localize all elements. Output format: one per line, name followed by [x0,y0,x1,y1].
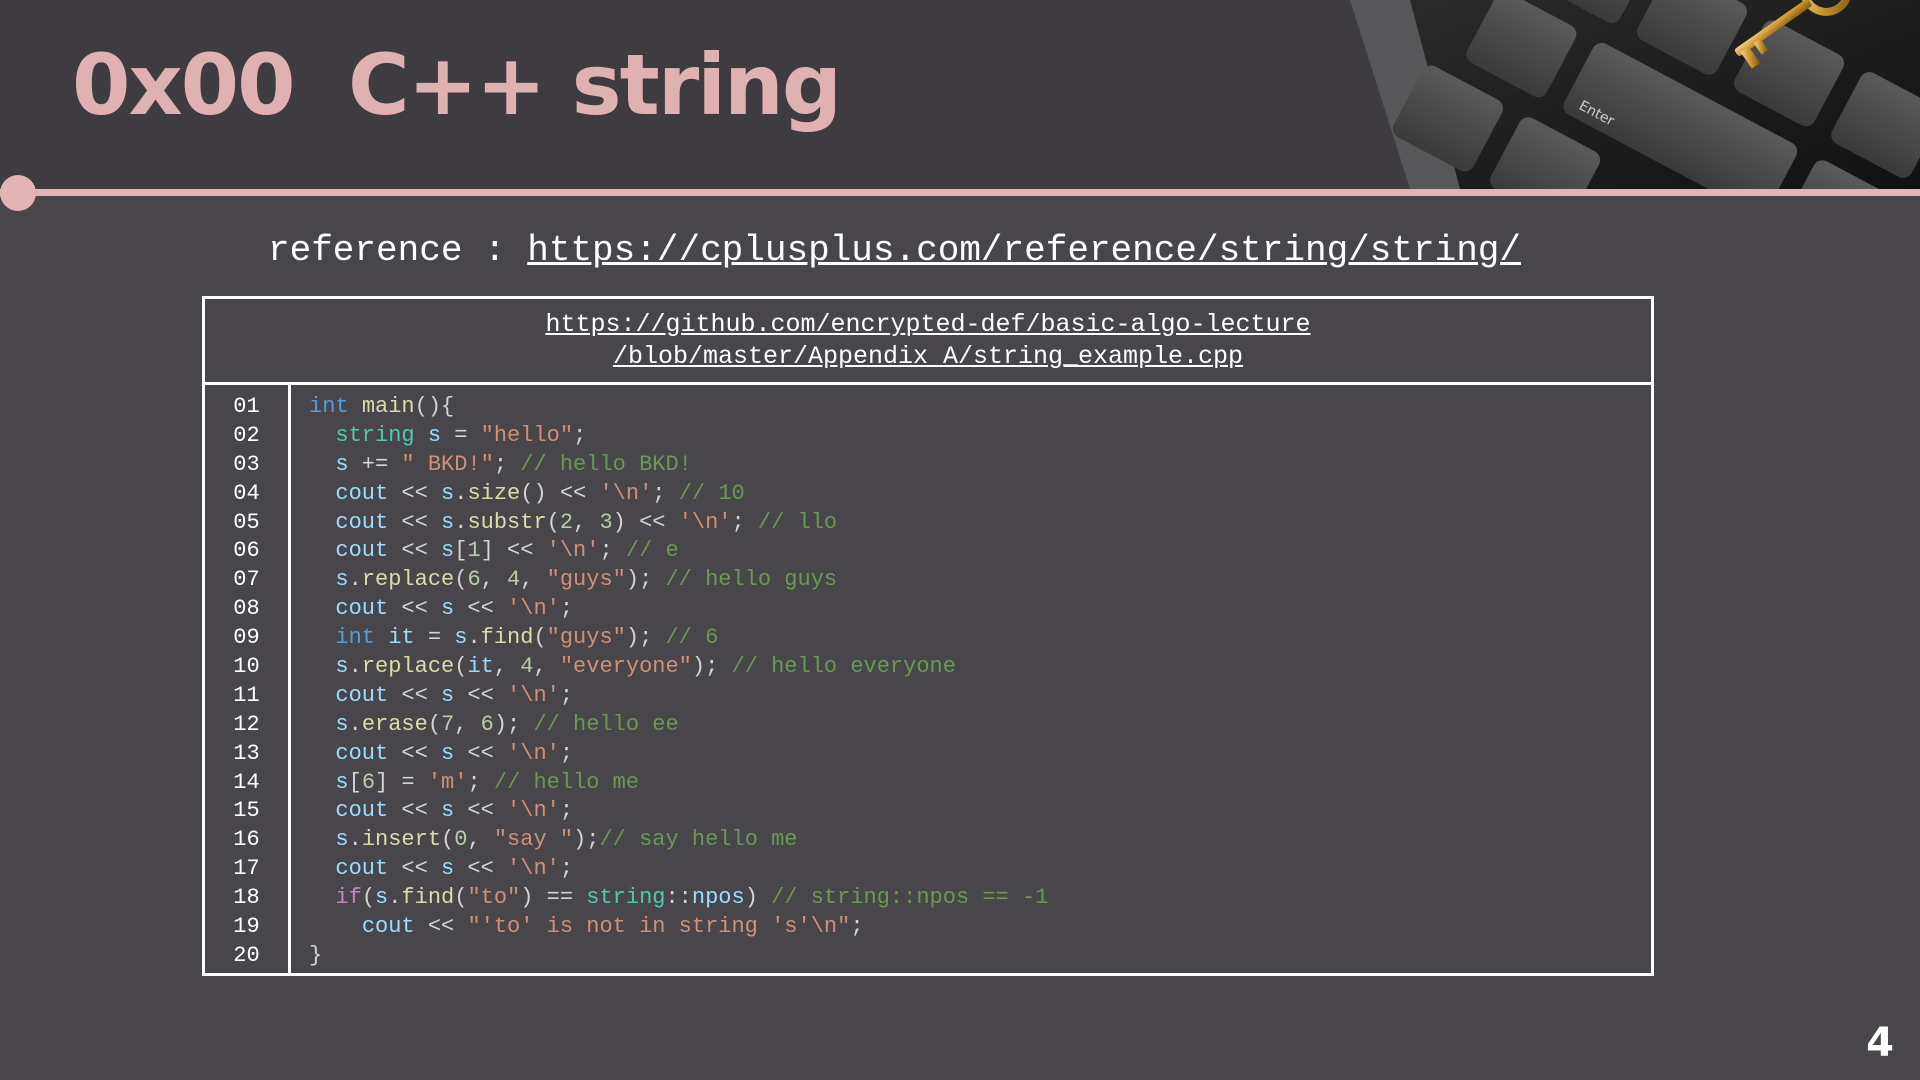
code-line: cout << s.size() << '\n'; // 10 [335,480,745,506]
line-number: 17 [233,856,260,882]
line-number: 15 [233,798,260,824]
line-number: 02 [233,422,260,448]
code-box: https://github.com/encrypted-def/basic-a… [202,296,1654,976]
code-line: cout << s << '\n'; [335,856,574,882]
code-line: s.replace(it, 4, "everyone"); // hello e… [335,654,956,680]
slide-header: 0x00 C++ string Enter [0,0,1920,189]
code-line: string s = "hello"; [335,422,587,448]
code-line: s += " BKD!"; // hello BKD! [335,451,692,477]
source-link-line1[interactable]: https://github.com/encrypted-def/basic-a… [545,309,1310,341]
source-file-link[interactable]: https://github.com/encrypted-def/basic-a… [205,299,1651,385]
line-number: 01 [233,394,260,419]
line-number: 07 [233,567,260,593]
code-line: if(s.find("to") == string::npos) // stri… [335,885,1049,911]
line-number: 10 [233,654,260,680]
code-line: cout << s << '\n'; [335,740,574,766]
line-number: 05 [233,509,260,535]
code-line: cout << s << '\n'; [335,596,574,622]
header-divider [0,189,1920,196]
source-link-line2[interactable]: /blob/master/Appendix A/string_example.c… [613,341,1243,373]
line-number: 16 [233,827,260,853]
code-line: cout << s << '\n'; [335,798,574,824]
page-number: 4 [1866,1020,1894,1066]
code-line: cout << "'to' is not in string 's'\n"; [361,914,864,940]
code-line: s.insert(0, "say ");// say hello me [335,827,798,853]
code-line: } [309,942,323,968]
divider-dot [0,175,36,211]
line-number: 12 [233,711,260,737]
line-number: 20 [233,942,260,968]
code-line: cout << s[1] << '\n'; // e [335,538,679,564]
code-line: int main(){ [309,394,455,419]
slide-title: 0x00 C++ string [72,36,842,134]
line-number: 13 [233,740,260,766]
keyboard-key-image: Enter [1350,0,1920,189]
line-number: 06 [233,538,260,564]
code-line: cout << s.substr(2, 3) << '\n'; // llo [335,509,838,535]
line-number: 19 [233,914,260,940]
line-number: 18 [233,885,260,911]
code-block: int main(){ string s = "hello"; s += " B… [309,393,1641,971]
reference-line: reference : https://cplusplus.com/refere… [268,230,1521,271]
reference-link[interactable]: https://cplusplus.com/reference/string/s… [527,230,1521,271]
code-line: s[6] = 'm'; // hello me [335,769,640,795]
line-number: 03 [233,451,260,477]
reference-label: reference : [268,230,528,271]
code-line: s.replace(6, 4, "guys"); // hello guys [335,567,838,593]
line-number: 09 [233,625,260,651]
line-number: 04 [233,480,260,506]
code-line: s.erase(7, 6); // hello ee [335,711,679,737]
line-number-gutter: 01 02 03 04 05 06 07 08 09 10 11 12 13 14 15 16 17 18 19 20 [205,385,291,973]
code-line: int it = s.find("guys"); // 6 [335,625,719,651]
line-number: 08 [233,596,260,622]
code-line: cout << s << '\n'; [335,682,574,708]
line-number: 14 [233,769,260,795]
line-number: 11 [233,682,260,708]
